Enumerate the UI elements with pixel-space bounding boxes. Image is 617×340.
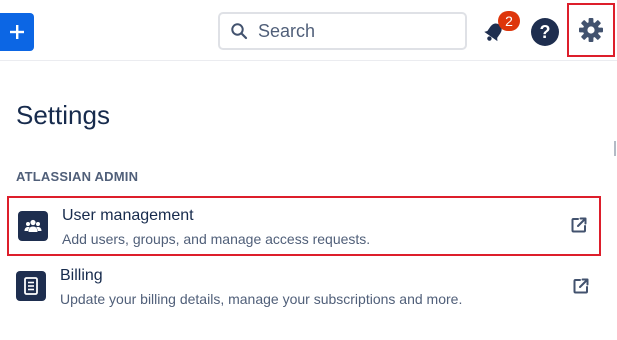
search-icon [230,22,248,40]
people-icon [18,211,48,241]
search-box[interactable] [218,12,467,50]
panel-edge-divider [614,141,616,156]
document-icon [16,271,46,301]
notification-count-badge: 2 [498,11,520,31]
plus-icon [10,25,24,39]
section-heading: ATLASSIAN ADMIN [16,169,139,184]
top-navigation-bar: 2 ? [0,0,617,61]
gear-icon [579,18,603,42]
billing-item[interactable]: Billing Update your billing details, man… [7,259,601,319]
help-button[interactable]: ? [531,18,559,46]
search-input[interactable] [258,20,448,42]
create-button[interactable] [0,13,34,51]
settings-button[interactable] [567,3,615,57]
page-title: Settings [16,100,110,130]
notifications-button[interactable]: 2 [482,11,520,48]
item-description: Add users, groups, and manage access req… [62,231,371,247]
user-management-item[interactable]: User management Add users, groups, and m… [7,196,601,256]
question-mark-icon: ? [539,22,551,42]
external-link-icon [571,217,587,233]
item-description: Update your billing details, manage your… [60,291,463,307]
item-title: User management [62,207,194,224]
external-link-icon [573,278,589,294]
item-title: Billing [60,267,103,284]
